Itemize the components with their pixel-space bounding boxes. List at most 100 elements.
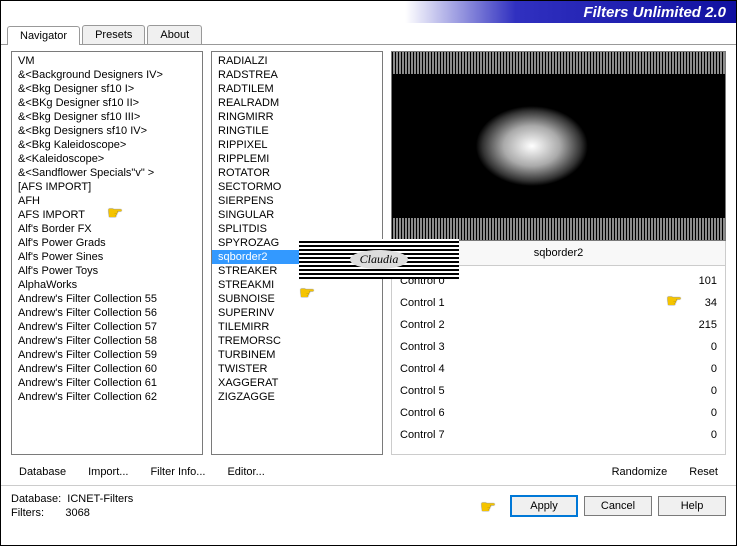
apply-button[interactable]: Apply xyxy=(510,495,578,517)
app-title: Filters Unlimited 2.0 xyxy=(583,4,726,21)
list-item[interactable]: SIERPENS xyxy=(212,194,382,208)
list-item[interactable]: Andrew's Filter Collection 56 xyxy=(12,306,202,320)
control-value: 0 xyxy=(683,363,717,375)
control-label: Control 3 xyxy=(400,341,458,353)
list-item[interactable]: &<BKg Designer sf10 II> xyxy=(12,96,202,110)
list-item[interactable]: VM xyxy=(12,54,202,68)
list-item[interactable]: RADSTREA xyxy=(212,68,382,82)
help-button[interactable]: Help xyxy=(658,496,726,516)
list-item[interactable]: RIPPIXEL xyxy=(212,138,382,152)
list-item[interactable]: Alf's Power Toys xyxy=(12,264,202,278)
list-item[interactable]: RADIALZI xyxy=(212,54,382,68)
title-bar: Filters Unlimited 2.0 xyxy=(1,1,736,23)
control-value: 0 xyxy=(683,385,717,397)
list-item[interactable]: Alf's Border FX xyxy=(12,222,202,236)
tab-presets[interactable]: Presets xyxy=(82,25,145,44)
list-item[interactable]: ZIGZAGGE xyxy=(212,390,382,404)
category-list[interactable]: VM&<Background Designers IV>&<Bkg Design… xyxy=(11,51,203,455)
list-item[interactable]: Andrew's Filter Collection 62 xyxy=(12,390,202,404)
control-slider[interactable] xyxy=(458,316,683,334)
list-item[interactable]: &<Bkg Designers sf10 IV> xyxy=(12,124,202,138)
reset-button[interactable]: Reset xyxy=(681,463,726,481)
list-item[interactable]: SECTORMO xyxy=(212,180,382,194)
list-item[interactable]: Andrew's Filter Collection 57 xyxy=(12,320,202,334)
control-value: 0 xyxy=(683,341,717,353)
list-item[interactable]: [AFS IMPORT] xyxy=(12,180,202,194)
list-item[interactable]: Andrew's Filter Collection 55 xyxy=(12,292,202,306)
watermark-logo: Claudia xyxy=(299,239,459,279)
list-item[interactable]: Andrew's Filter Collection 61 xyxy=(12,376,202,390)
list-item[interactable]: STREAKMI xyxy=(212,278,382,292)
control-slider[interactable] xyxy=(458,426,683,444)
control-slider[interactable] xyxy=(458,382,683,400)
footer-info: Database: ICNET-Filters Filters: 3068 xyxy=(11,492,482,520)
cancel-button[interactable]: Cancel xyxy=(584,496,652,516)
preview-image xyxy=(392,52,725,240)
list-item[interactable]: SPLITDIS xyxy=(212,222,382,236)
list-item[interactable]: ROTATOR xyxy=(212,166,382,180)
database-button[interactable]: Database xyxy=(11,463,74,481)
list-item[interactable]: TURBINEM xyxy=(212,348,382,362)
list-item[interactable]: XAGGERAT xyxy=(212,376,382,390)
toolbar-row: Database Import... Filter Info... Editor… xyxy=(1,459,736,485)
list-item[interactable]: TREMORSC xyxy=(212,334,382,348)
control-value: 0 xyxy=(683,429,717,441)
list-item[interactable]: Andrew's Filter Collection 59 xyxy=(12,348,202,362)
list-item[interactable]: RINGMIRR xyxy=(212,110,382,124)
list-item[interactable]: REALRADM xyxy=(212,96,382,110)
list-item[interactable]: AlphaWorks xyxy=(12,278,202,292)
tab-navigator[interactable]: Navigator xyxy=(7,26,80,45)
control-label: Control 1 xyxy=(400,297,458,309)
db-label: Database: xyxy=(11,493,61,505)
list-item[interactable]: RIPPLEMI xyxy=(212,152,382,166)
list-item[interactable]: TWISTER xyxy=(212,362,382,376)
footer: Database: ICNET-Filters Filters: 3068 ☛ … xyxy=(1,485,736,526)
control-slider[interactable] xyxy=(458,360,683,378)
filters-count: 3068 xyxy=(65,507,89,519)
list-item[interactable]: Andrew's Filter Collection 58 xyxy=(12,334,202,348)
editor-button[interactable]: Editor... xyxy=(219,463,272,481)
control-slider[interactable] xyxy=(458,404,683,422)
list-item[interactable]: TILEMIRR xyxy=(212,320,382,334)
list-item[interactable]: AFH xyxy=(12,194,202,208)
list-item[interactable]: SINGULAR xyxy=(212,208,382,222)
db-value: ICNET-Filters xyxy=(67,493,133,505)
control-value: 215 xyxy=(683,319,717,331)
control-row: Control 50 xyxy=(400,380,717,402)
list-item[interactable]: &<Background Designers IV> xyxy=(12,68,202,82)
filter-info-button[interactable]: Filter Info... xyxy=(142,463,213,481)
control-value: 0 xyxy=(683,407,717,419)
control-value: 101 xyxy=(683,275,717,287)
list-item[interactable]: &<Bkg Kaleidoscope> xyxy=(12,138,202,152)
list-item[interactable]: Alf's Power Grads xyxy=(12,236,202,250)
tab-about[interactable]: About xyxy=(147,25,202,44)
list-item[interactable]: SUPERINV xyxy=(212,306,382,320)
control-row: Control 60 xyxy=(400,402,717,424)
list-item[interactable]: RADTILEM xyxy=(212,82,382,96)
list-item[interactable]: &<Kaleidoscope> xyxy=(12,152,202,166)
list-item[interactable]: SUBNOISE xyxy=(212,292,382,306)
watermark-text: Claudia xyxy=(350,250,409,269)
list-item[interactable]: AFS IMPORT xyxy=(12,208,202,222)
list-item[interactable]: &<Sandflower Specials"v" > xyxy=(12,166,202,180)
halftone-bottom xyxy=(392,218,725,240)
tab-strip: Navigator Presets About xyxy=(1,23,736,45)
list-item[interactable]: RINGTILE xyxy=(212,124,382,138)
list-item[interactable]: &<Bkg Designer sf10 III> xyxy=(12,110,202,124)
control-slider[interactable] xyxy=(458,272,683,290)
import-button[interactable]: Import... xyxy=(80,463,136,481)
list-item[interactable]: &<Bkg Designer sf10 I> xyxy=(12,82,202,96)
control-slider[interactable] xyxy=(458,294,683,312)
controls-panel: Control 0101Control 134Control 2215Contr… xyxy=(391,266,726,455)
pointer-icon: ☛ xyxy=(480,497,502,515)
control-row: Control 3 0 xyxy=(400,336,717,358)
control-row: Control 7 0 xyxy=(400,424,717,446)
list-item[interactable]: Alf's Power Sines xyxy=(12,250,202,264)
list-item[interactable]: Andrew's Filter Collection 60 xyxy=(12,362,202,376)
preview-panel xyxy=(391,51,726,241)
halftone-top xyxy=(392,52,725,74)
control-label: Control 7 xyxy=(400,429,458,441)
control-label: Control 2 xyxy=(400,319,458,331)
control-slider[interactable] xyxy=(458,338,683,356)
randomize-button[interactable]: Randomize xyxy=(604,463,676,481)
